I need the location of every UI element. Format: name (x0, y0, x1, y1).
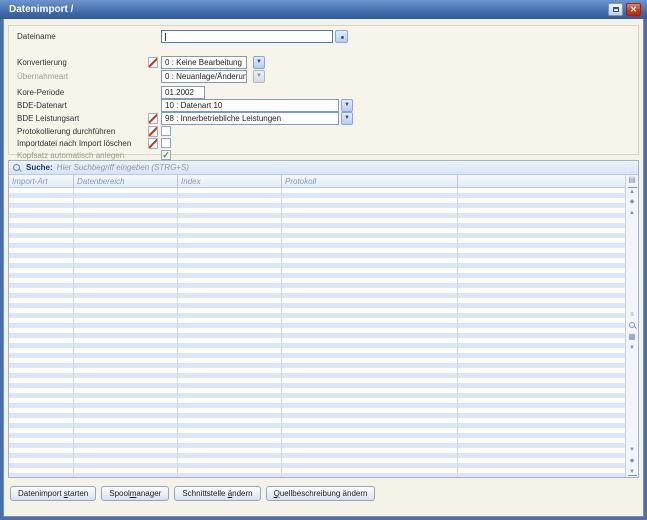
edit-pencil-icon[interactable] (148, 57, 158, 68)
bde-datenart-label: BDE-Datenart (17, 101, 67, 110)
browse-icon (341, 36, 344, 39)
grid-main: Import-Art Datenbereich Index Protokoll … (9, 175, 638, 477)
kore-periode-label: Kore-Periode (17, 88, 64, 97)
scroll-to-last-icon[interactable]: ▼ (628, 468, 637, 476)
importdatei-checkbox[interactable] (161, 138, 171, 148)
column-header-protokoll[interactable]: Protokoll (285, 175, 316, 188)
konvertierung-dropdown-button[interactable]: ▼ (253, 56, 265, 69)
bde-leistungsart-label: BDE Leistungsart (17, 114, 79, 123)
record-marker-icon: ◆ (628, 198, 637, 206)
command-button-bar: Datenimport starten Spoolmanager Schnitt… (10, 486, 375, 501)
window-title: Datenimport / (9, 4, 73, 15)
kopfsatz-checkbox: ✓ (161, 150, 171, 160)
kore-periode-input[interactable] (161, 86, 205, 99)
strip-middle-group: ≡ ▦ ▼ (628, 311, 637, 352)
grid-scroll-strip: ▤ ▲ ◆ ▲ ≡ ▦ ▼ ▼ ◆ ▼ (625, 175, 638, 477)
scroll-up-icon[interactable]: ▲ (628, 209, 637, 217)
grid-settings-icon[interactable]: ▦ (628, 333, 637, 341)
chevron-down-icon: ▼ (344, 102, 350, 108)
datenimport-window: Datenimport / ✕ Dateiname Konvertierung … (0, 0, 647, 520)
column-header-import-art[interactable]: Import-Art (12, 175, 48, 188)
column-divider[interactable] (73, 175, 74, 187)
bde-datenart-dropdown-button[interactable]: ▼ (341, 99, 353, 112)
chevron-down-icon: ▼ (256, 59, 262, 65)
maximize-button[interactable] (608, 3, 623, 16)
grid-search-icon[interactable] (628, 322, 637, 330)
titlebar: Datenimport / ✕ (0, 0, 647, 19)
bde-leistungsart-dropdown-button[interactable]: ▼ (341, 112, 353, 125)
dateiname-input[interactable] (161, 30, 333, 43)
search-bar[interactable]: Suche: (9, 161, 638, 175)
column-divider[interactable] (281, 175, 282, 187)
column-header-datenbereich[interactable]: Datenbereich (77, 175, 125, 188)
window-controls: ✕ (608, 3, 641, 16)
konvertierung-select[interactable]: 0 : Keine Bearbeitung (161, 56, 247, 69)
uebernahmeart-select: 0 : Neuanlage/Änderung (161, 70, 247, 83)
bde-leistungsart-row: BDE Leistungsart 98 : Innerbetriebliche … (9, 112, 638, 125)
schnittstelle-aendern-button[interactable]: Schnittstelle ändern (174, 486, 260, 501)
column-divider[interactable] (177, 175, 178, 187)
datenimport-starten-button[interactable]: Datenimport starten (10, 486, 96, 501)
strip-top-group: ▤ ▲ ◆ ▲ (628, 176, 637, 217)
kore-periode-row: Kore-Periode (9, 86, 638, 99)
scroll-to-first-icon[interactable]: ▲ (628, 187, 637, 195)
bde-datenart-row: BDE-Datenart 10 : Datenart 10 ▼ (9, 99, 638, 112)
edit-pencil-icon[interactable] (148, 126, 158, 137)
quellbeschreibung-aendern-button[interactable]: Quellbeschreibung ändern (266, 486, 376, 501)
text-caret (165, 33, 166, 41)
search-icon (13, 163, 22, 172)
list-menu-icon[interactable]: ≡ (628, 311, 637, 319)
column-divider[interactable] (457, 175, 458, 187)
import-grid-panel: Suche: Import-Art Datenbereich Index Pro… (8, 160, 639, 478)
close-button[interactable]: ✕ (626, 3, 641, 16)
uebernahmeart-dropdown-button: ▼ (253, 70, 265, 83)
dateiname-row: Dateiname (9, 30, 638, 43)
bde-datenart-select[interactable]: 10 : Datenart 10 (161, 99, 339, 112)
konvertierung-label: Konvertierung (17, 58, 67, 67)
column-options-icon[interactable]: ▤ (628, 176, 637, 184)
bde-leistungsart-select[interactable]: 98 : Innerbetriebliche Leistungen (161, 112, 339, 125)
protokollierung-checkbox[interactable] (161, 126, 171, 136)
record-marker-icon: ◆ (628, 457, 637, 465)
grid-table: Import-Art Datenbereich Index Protokoll (9, 175, 625, 477)
grid-header-row: Import-Art Datenbereich Index Protokoll (9, 175, 625, 188)
protokollierung-label: Protokollierung durchführen (17, 127, 115, 136)
chevron-down-icon: ▼ (256, 73, 262, 79)
search-input[interactable] (57, 163, 638, 172)
chevron-down-icon: ▼ (344, 115, 350, 121)
search-label: Suche: (26, 163, 53, 172)
import-settings-panel: Dateiname Konvertierung 0 : Keine Bearbe… (8, 25, 639, 155)
maximize-icon (613, 7, 619, 12)
spoolmanager-button[interactable]: Spoolmanager (101, 486, 169, 501)
kopfsatz-label: Kopfsatz automatisch anlegen (17, 151, 124, 160)
uebernahmeart-label: Übernahmeart (17, 72, 68, 81)
scroll-down-icon[interactable]: ▼ (628, 446, 637, 454)
konvertierung-row: Konvertierung 0 : Keine Bearbeitung ▼ (9, 56, 638, 69)
grid-body-empty-rows[interactable] (9, 188, 625, 477)
jump-down-icon[interactable]: ▼ (628, 344, 637, 352)
column-header-index[interactable]: Index (181, 175, 201, 188)
importdatei-label: Importdatei nach Import löschen (17, 139, 131, 148)
strip-bottom-group: ▼ ◆ ▼ (628, 446, 637, 476)
browse-button[interactable] (335, 30, 348, 43)
dateiname-label: Dateiname (17, 32, 56, 41)
close-icon: ✕ (630, 5, 637, 14)
uebernahmeart-row: Übernahmeart 0 : Neuanlage/Änderung ▼ (9, 70, 638, 83)
edit-pencil-icon[interactable] (148, 138, 158, 149)
edit-pencil-icon[interactable] (148, 113, 158, 124)
